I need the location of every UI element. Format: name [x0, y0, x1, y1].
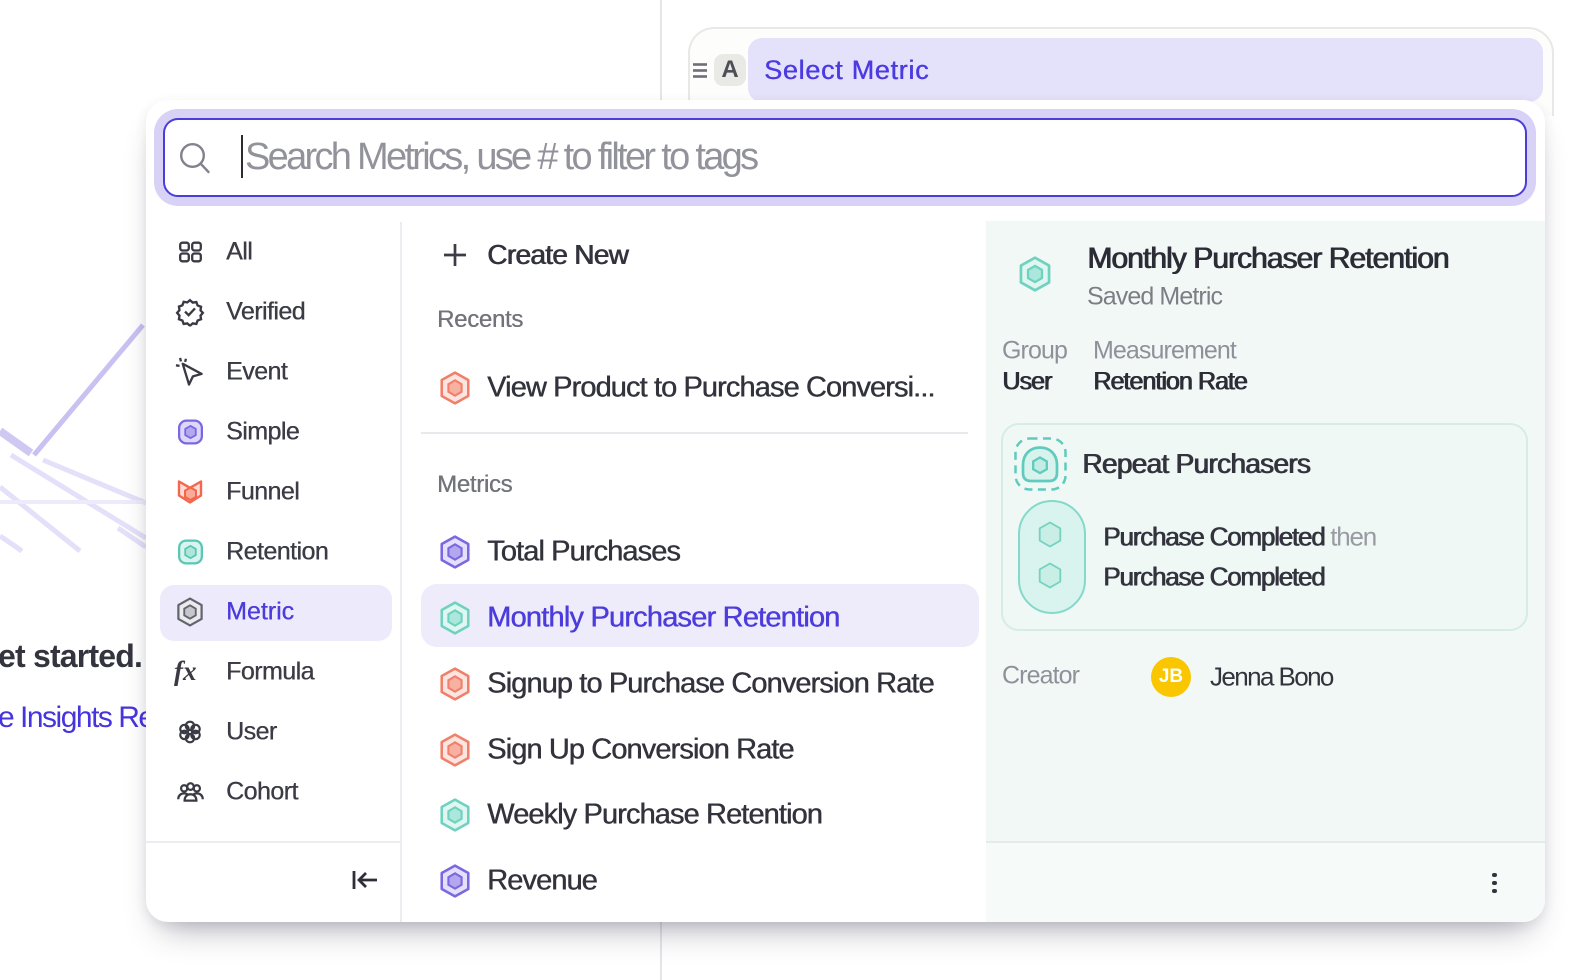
svg-text:fx: fx — [174, 657, 197, 686]
